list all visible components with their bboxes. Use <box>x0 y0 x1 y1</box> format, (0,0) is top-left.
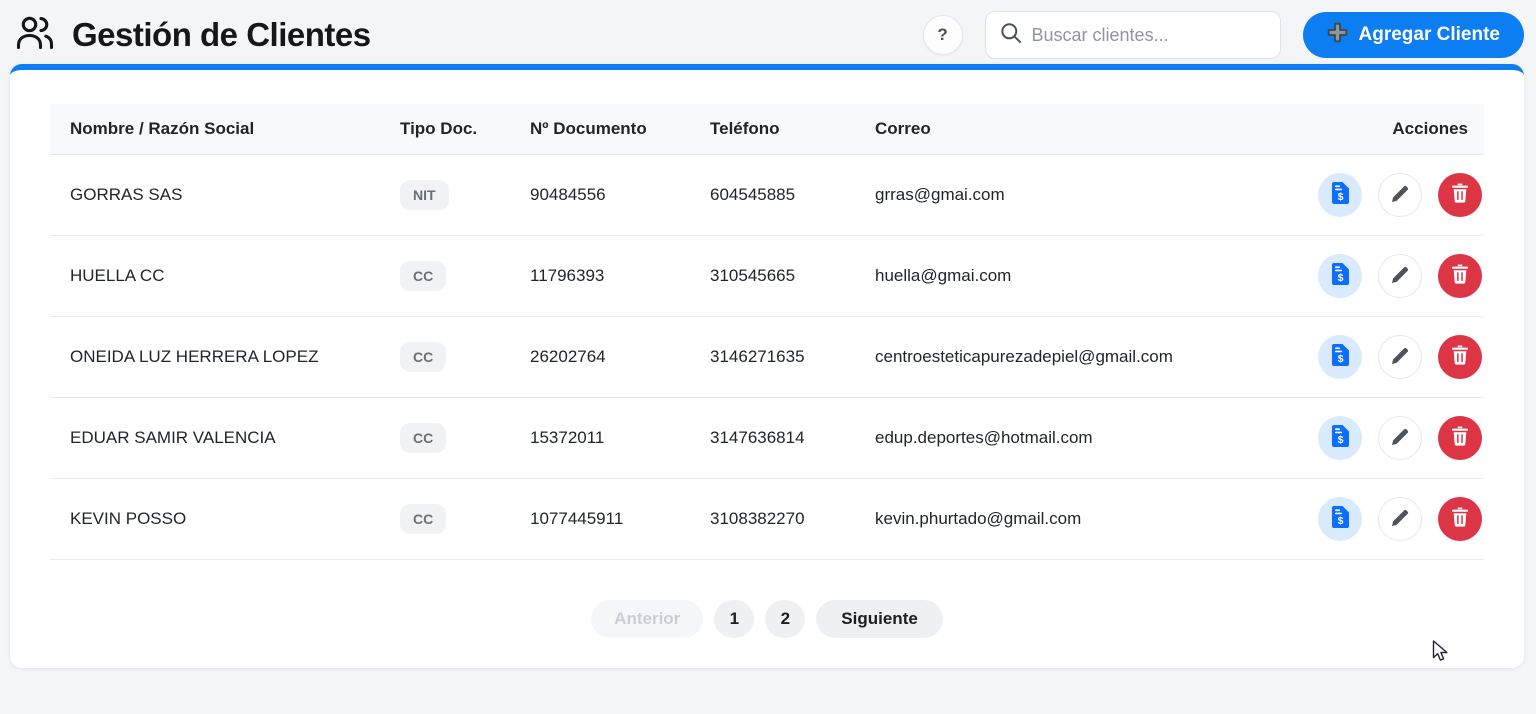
delete-button[interactable] <box>1438 496 1482 541</box>
search-box[interactable] <box>984 11 1281 59</box>
email: kevin.phurtado@gmail.com <box>875 508 1082 528</box>
row-actions: $ <box>1294 172 1484 217</box>
clients-card: Nombre / Razón Social Tipo Doc. Nº Docum… <box>10 64 1524 668</box>
trash-icon <box>1451 264 1469 287</box>
delete-button[interactable] <box>1438 253 1482 298</box>
email: huella@gmai.com <box>875 265 1012 285</box>
invoice-button[interactable]: $ <box>1318 334 1362 379</box>
delete-button[interactable] <box>1438 415 1482 460</box>
client-name: GORRAS SAS <box>70 184 183 204</box>
edit-button[interactable] <box>1378 172 1422 217</box>
col-actions: Acciones <box>1274 104 1484 155</box>
pagination: Anterior 1 2 Siguiente <box>50 599 1484 638</box>
pagination-page-2[interactable]: 2 <box>765 599 806 638</box>
invoice-button[interactable]: $ <box>1318 253 1362 298</box>
add-client-button[interactable]: Agregar Cliente <box>1302 12 1524 58</box>
client-name: EDUAR SAMIR VALENCIA <box>70 427 276 447</box>
question-mark-icon: ? <box>937 25 948 44</box>
doc-type-badge: CC <box>400 503 447 534</box>
page-header: Gestión de Clientes ? Agregar Cliente <box>0 0 1536 64</box>
invoice-dollar-icon: $ <box>1331 182 1349 207</box>
help-button[interactable]: ? <box>922 15 963 55</box>
delete-button[interactable] <box>1438 172 1482 217</box>
pencil-icon <box>1391 346 1410 368</box>
invoice-button[interactable]: $ <box>1318 496 1362 541</box>
doc-type-badge: CC <box>400 422 447 453</box>
phone: 3108382270 <box>710 508 805 528</box>
col-doc-number: Nº Documento <box>510 104 690 155</box>
pencil-icon <box>1391 427 1410 449</box>
email: edup.deportes@hotmail.com <box>875 427 1093 447</box>
table-row: HUELLA CC CC 11796393 310545665 huella@g… <box>50 235 1484 316</box>
doc-number: 15372011 <box>530 427 605 447</box>
plus-icon <box>1327 22 1348 49</box>
magnifier-icon <box>1000 22 1022 49</box>
add-client-label: Agregar Cliente <box>1358 24 1500 45</box>
phone: 3147636814 <box>710 427 805 447</box>
client-name: ONEIDA LUZ HERRERA LOPEZ <box>70 346 319 366</box>
edit-button[interactable] <box>1378 334 1422 379</box>
pencil-icon <box>1391 184 1410 206</box>
svg-text:$: $ <box>1337 191 1343 203</box>
invoice-button[interactable]: $ <box>1318 172 1362 217</box>
svg-text:$: $ <box>1337 272 1343 284</box>
header-controls: ? Agregar Cliente <box>922 11 1524 59</box>
col-name: Nombre / Razón Social <box>50 104 380 155</box>
pencil-icon <box>1391 508 1410 530</box>
doc-number: 26202764 <box>530 346 606 366</box>
pencil-icon <box>1391 265 1410 287</box>
doc-type-badge: NIT <box>400 179 449 210</box>
doc-type-badge: CC <box>400 341 447 372</box>
search-input[interactable] <box>1031 24 1266 46</box>
phone: 310545665 <box>710 265 796 285</box>
pagination-page-1[interactable]: 1 <box>714 599 755 638</box>
pagination-next[interactable]: Siguiente <box>816 599 943 638</box>
client-name: HUELLA CC <box>70 265 165 285</box>
table-header-row: Nombre / Razón Social Tipo Doc. Nº Docum… <box>50 104 1484 155</box>
row-actions: $ <box>1294 253 1484 298</box>
edit-button[interactable] <box>1378 496 1422 541</box>
invoice-dollar-icon: $ <box>1331 263 1349 288</box>
svg-text:$: $ <box>1337 434 1343 446</box>
svg-text:$: $ <box>1337 353 1343 365</box>
row-actions: $ <box>1294 334 1484 379</box>
table-row: KEVIN POSSO CC 1077445911 3108382270 kev… <box>50 478 1484 559</box>
svg-text:$: $ <box>1337 515 1343 527</box>
col-phone: Teléfono <box>690 104 855 155</box>
table-row: EDUAR SAMIR VALENCIA CC 15372011 3147636… <box>50 397 1484 478</box>
edit-button[interactable] <box>1378 415 1422 460</box>
doc-type-badge: CC <box>400 260 447 291</box>
phone: 604545885 <box>710 184 796 204</box>
page-title: Gestión de Clientes <box>72 16 371 53</box>
row-actions: $ <box>1294 496 1484 541</box>
invoice-dollar-icon: $ <box>1331 425 1349 450</box>
email: centroesteticapurezadepiel@gmail.com <box>875 346 1173 366</box>
col-doc-type: Tipo Doc. <box>380 104 510 155</box>
title-group: Gestión de Clientes <box>16 15 371 56</box>
doc-number: 11796393 <box>530 265 605 285</box>
row-actions: $ <box>1294 415 1484 460</box>
doc-number: 1077445911 <box>530 508 624 528</box>
doc-number: 90484556 <box>530 184 606 204</box>
trash-icon <box>1451 507 1469 530</box>
email: grras@gmai.com <box>875 184 1005 204</box>
phone: 3146271635 <box>710 346 805 366</box>
people-icon <box>16 15 54 56</box>
trash-icon <box>1451 345 1469 368</box>
edit-button[interactable] <box>1378 253 1422 298</box>
invoice-dollar-icon: $ <box>1331 344 1349 369</box>
invoice-dollar-icon: $ <box>1331 506 1349 531</box>
delete-button[interactable] <box>1438 334 1482 379</box>
table-row: GORRAS SAS NIT 90484556 604545885 grras@… <box>50 154 1484 235</box>
trash-icon <box>1451 426 1469 449</box>
pagination-previous[interactable]: Anterior <box>591 599 704 638</box>
table-row: ONEIDA LUZ HERRERA LOPEZ CC 26202764 314… <box>50 316 1484 397</box>
clients-table: Nombre / Razón Social Tipo Doc. Nº Docum… <box>50 104 1484 560</box>
client-name: KEVIN POSSO <box>70 508 187 528</box>
invoice-button[interactable]: $ <box>1318 415 1362 460</box>
col-email: Correo <box>855 104 1274 155</box>
trash-icon <box>1451 183 1469 206</box>
